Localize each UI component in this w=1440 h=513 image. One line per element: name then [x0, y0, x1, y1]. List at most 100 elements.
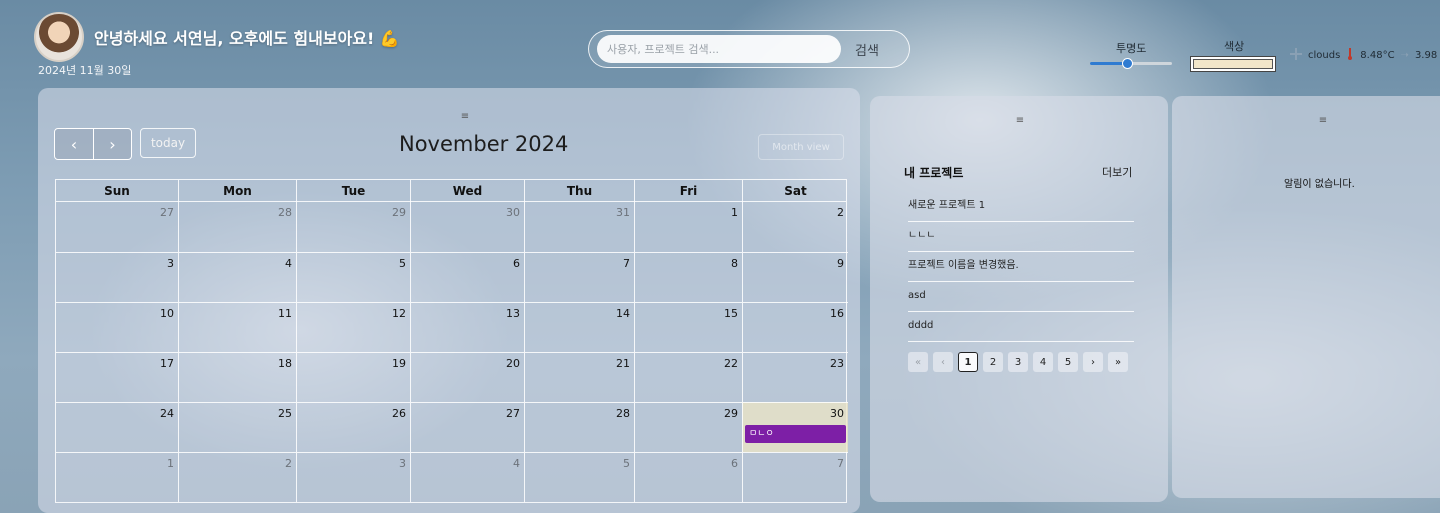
day-number[interactable]: 25	[278, 407, 292, 420]
project-item[interactable]: ㄴㄴㄴ	[908, 222, 1134, 252]
day-cell[interactable]: 27	[56, 202, 178, 252]
project-item[interactable]: 새로운 프로젝트 1	[908, 192, 1134, 222]
day-cell[interactable]: 2	[742, 202, 848, 252]
drag-handle-icon[interactable]: ≡	[460, 112, 470, 122]
day-cell[interactable]: 30 ㅁㄴㅇ	[742, 402, 848, 452]
day-number[interactable]: 30	[506, 206, 520, 219]
day-number[interactable]: 8	[731, 257, 738, 270]
day-number[interactable]: 22	[724, 357, 738, 370]
next-page-button[interactable]: ›	[1083, 352, 1103, 372]
day-cell[interactable]: 29	[634, 402, 742, 452]
day-number[interactable]: 27	[160, 206, 174, 219]
day-cell[interactable]: 28	[524, 402, 634, 452]
day-number[interactable]: 14	[616, 307, 630, 320]
day-number[interactable]: 31	[616, 206, 630, 219]
day-number[interactable]: 16	[830, 307, 844, 320]
day-cell[interactable]: 1	[56, 452, 178, 502]
page-button[interactable]: 5	[1058, 352, 1078, 372]
day-number[interactable]: 24	[160, 407, 174, 420]
day-cell[interactable]: 31	[524, 202, 634, 252]
day-number[interactable]: 18	[278, 357, 292, 370]
day-cell[interactable]: 16	[742, 302, 848, 352]
day-number[interactable]: 15	[724, 307, 738, 320]
day-number[interactable]: 13	[506, 307, 520, 320]
day-number[interactable]: 9	[837, 257, 844, 270]
prev-page-button[interactable]: ‹	[933, 352, 953, 372]
day-number[interactable]: 6	[731, 457, 738, 470]
day-cell[interactable]: 7	[742, 452, 848, 502]
day-cell[interactable]: 12	[296, 302, 410, 352]
page-button[interactable]: 1	[958, 352, 978, 372]
day-number[interactable]: 1	[731, 206, 738, 219]
day-cell[interactable]: 11	[178, 302, 296, 352]
day-cell[interactable]: 5	[296, 252, 410, 302]
day-number[interactable]: 6	[513, 257, 520, 270]
day-cell[interactable]: 4	[178, 252, 296, 302]
avatar[interactable]	[34, 12, 84, 62]
day-number[interactable]: 30	[830, 407, 844, 420]
day-cell[interactable]: 24	[56, 402, 178, 452]
drag-handle-icon[interactable]: ≡	[1318, 116, 1328, 126]
last-page-button[interactable]: »	[1108, 352, 1128, 372]
day-number[interactable]: 4	[285, 257, 292, 270]
day-cell[interactable]: 2	[178, 452, 296, 502]
day-cell[interactable]: 7	[524, 252, 634, 302]
day-number[interactable]: 27	[506, 407, 520, 420]
day-number[interactable]: 5	[399, 257, 406, 270]
day-number[interactable]: 26	[392, 407, 406, 420]
day-cell[interactable]: 6	[410, 252, 524, 302]
day-cell[interactable]: 6	[634, 452, 742, 502]
day-cell[interactable]: 26	[296, 402, 410, 452]
day-cell[interactable]: 5	[524, 452, 634, 502]
day-cell[interactable]: 3	[56, 252, 178, 302]
day-number[interactable]: 12	[392, 307, 406, 320]
day-cell[interactable]: 23	[742, 352, 848, 402]
day-cell[interactable]: 29	[296, 202, 410, 252]
opacity-slider[interactable]	[1090, 58, 1172, 69]
projects-more-link[interactable]: 더보기	[1102, 164, 1132, 180]
day-cell[interactable]: 15	[634, 302, 742, 352]
day-cell[interactable]: 10	[56, 302, 178, 352]
day-cell[interactable]: 13	[410, 302, 524, 352]
day-cell[interactable]: 18	[178, 352, 296, 402]
day-cell[interactable]: 1	[634, 202, 742, 252]
day-cell[interactable]: 30	[410, 202, 524, 252]
day-cell[interactable]: 17	[56, 352, 178, 402]
day-number[interactable]: 29	[392, 206, 406, 219]
day-number[interactable]: 3	[399, 457, 406, 470]
day-cell[interactable]: 9	[742, 252, 848, 302]
prev-month-button[interactable]: ‹	[55, 129, 93, 159]
day-cell[interactable]: 22	[634, 352, 742, 402]
day-cell[interactable]: 4	[410, 452, 524, 502]
day-cell[interactable]: 27	[410, 402, 524, 452]
day-number[interactable]: 2	[837, 206, 844, 219]
search-button[interactable]: 검색	[855, 40, 879, 59]
day-cell[interactable]: 3	[296, 452, 410, 502]
day-cell[interactable]: 28	[178, 202, 296, 252]
page-button[interactable]: 4	[1033, 352, 1053, 372]
page-button[interactable]: 3	[1008, 352, 1028, 372]
day-number[interactable]: 1	[167, 457, 174, 470]
day-number[interactable]: 3	[167, 257, 174, 270]
day-number[interactable]: 7	[837, 457, 844, 470]
calendar-event[interactable]: ㅁㄴㅇ	[745, 425, 846, 443]
day-cell[interactable]: 20	[410, 352, 524, 402]
search-input[interactable]	[597, 35, 841, 63]
day-number[interactable]: 28	[616, 407, 630, 420]
page-button[interactable]: 2	[983, 352, 1003, 372]
day-number[interactable]: 10	[160, 307, 174, 320]
day-number[interactable]: 19	[392, 357, 406, 370]
day-number[interactable]: 20	[506, 357, 520, 370]
day-cell[interactable]: 8	[634, 252, 742, 302]
project-item[interactable]: asd	[908, 282, 1134, 312]
day-cell[interactable]: 14	[524, 302, 634, 352]
opacity-slider-thumb[interactable]	[1121, 58, 1133, 69]
day-number[interactable]: 28	[278, 206, 292, 219]
day-number[interactable]: 21	[616, 357, 630, 370]
day-number[interactable]: 17	[160, 357, 174, 370]
project-item[interactable]: dddd	[908, 312, 1134, 342]
month-view-button[interactable]: Month view	[758, 134, 844, 160]
day-number[interactable]: 4	[513, 457, 520, 470]
day-cell[interactable]: 19	[296, 352, 410, 402]
project-item[interactable]: 프로젝트 이름을 변경했음.	[908, 252, 1134, 282]
